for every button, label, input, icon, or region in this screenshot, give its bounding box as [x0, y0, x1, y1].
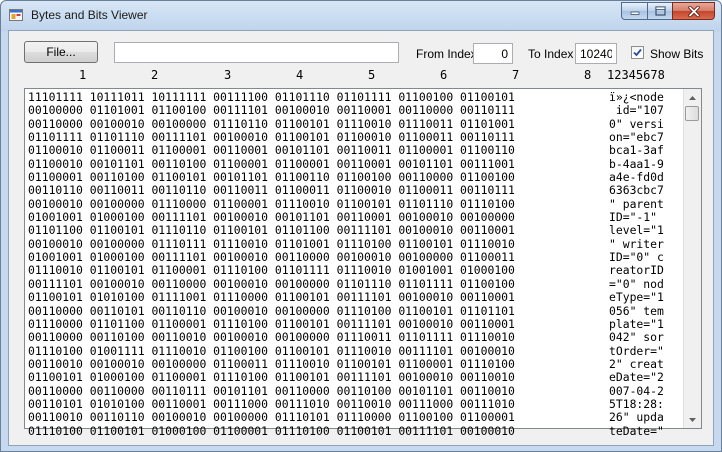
- chevron-down-icon: [689, 417, 696, 422]
- ascii-row: 6363cbc7: [609, 183, 664, 198]
- ascii-row: 0" versi: [609, 116, 664, 131]
- client-area: File... From Index To Index Show Bits 1 …: [8, 30, 714, 446]
- bits-row: 01100010 01100011 01100001 00110001 0010…: [28, 143, 515, 158]
- bits-row: 00110000 00110101 00110110 00100010 0010…: [28, 303, 515, 318]
- chevron-up-icon: [689, 95, 696, 100]
- ascii-row: 007-04-2: [609, 383, 664, 398]
- scroll-thumb[interactable]: [685, 106, 699, 121]
- ascii-row: 2" creat: [609, 356, 664, 371]
- maximize-button[interactable]: [647, 2, 672, 20]
- bits-row: 00110000 00100010 00100000 01110110 0110…: [28, 116, 515, 131]
- ascii-row: " writer: [609, 236, 664, 251]
- bits-row: 01100101 01010100 01111001 01110000 0110…: [28, 290, 515, 305]
- caption-buttons: [621, 2, 715, 20]
- bits-row: 00110010 00110110 00100010 00100000 0111…: [28, 410, 515, 425]
- scroll-down-button[interactable]: [684, 411, 701, 428]
- ascii-row: ID="0" c: [609, 250, 664, 265]
- ascii-row: tOrder=": [609, 343, 664, 358]
- app-icon: [9, 9, 23, 21]
- file-button[interactable]: File...: [24, 41, 98, 63]
- bits-row: 01110000 01101100 01100001 01110100 0110…: [28, 316, 515, 331]
- bits-row: 01001001 01000100 00111101 00100010 0010…: [28, 210, 515, 225]
- bits-row: 11101111 10111011 10111111 00111100 0110…: [28, 90, 515, 104]
- close-icon: [687, 5, 700, 17]
- checkmark-icon: [633, 48, 642, 57]
- ascii-row: 042" sor: [609, 330, 664, 345]
- bits-row: 01101100 01100101 01110110 01100101 0110…: [28, 223, 515, 238]
- scroll-up-button[interactable]: [684, 89, 701, 106]
- column-header-6: 6: [440, 68, 448, 82]
- ascii-row: ID="-1": [609, 210, 664, 225]
- ascii-row: on="ebc7: [609, 130, 664, 145]
- bits-row: 01110100 01001111 01110010 01100100 0110…: [28, 343, 515, 358]
- ascii-row: ="0" nod: [609, 276, 664, 291]
- bits-row: 00110000 00110100 00110010 00100010 0010…: [28, 330, 515, 345]
- ascii-row: plate="1: [609, 316, 664, 331]
- from-index-label: From Index: [416, 47, 477, 61]
- ascii-lines: ï»¿<node id="107 0" versi on="ebc7 bca1-3af…: [609, 90, 664, 438]
- bits-row: 00110101 01010100 00110001 00111000 0011…: [28, 396, 515, 411]
- file-button-label: File...: [46, 45, 76, 59]
- bits-output-textbox[interactable]: 11101111 10111011 10111111 00111100 0110…: [24, 88, 702, 437]
- ascii-row: 056" tem: [609, 303, 664, 318]
- from-index-input[interactable]: [473, 43, 513, 64]
- ascii-row: b-4aa1-9: [609, 156, 664, 171]
- bits-row: 01100101 01000100 01100001 01110100 0110…: [28, 370, 515, 385]
- column-header-2: 2: [151, 68, 159, 82]
- ascii-row: level="1: [609, 223, 664, 238]
- bits-row: 01001001 01000100 00111101 00100010 0011…: [28, 250, 515, 265]
- ascii-row: eDate="2: [609, 370, 664, 385]
- title-bar[interactable]: Bytes and Bits Viewer: [1, 1, 721, 30]
- to-index-label: To Index: [528, 47, 574, 61]
- column-header-4: 4: [296, 68, 304, 82]
- column-header-7: 7: [512, 68, 520, 82]
- bits-row: 00100000 01101001 01100100 00111101 0010…: [28, 103, 515, 118]
- bits-row: 00111101 00100010 00110000 00100010 0010…: [28, 276, 515, 291]
- bits-row: 01110100 01100101 01000100 01100001 0111…: [28, 423, 515, 438]
- bits-row: 01100010 00101101 00110100 01100001 0110…: [28, 156, 515, 171]
- ascii-row: bca1-3af: [609, 143, 664, 158]
- ascii-row: " parent: [609, 196, 664, 211]
- maximize-icon: [654, 6, 666, 16]
- window-title: Bytes and Bits Viewer: [31, 8, 148, 22]
- column-header-5: 5: [368, 68, 376, 82]
- minimize-icon: [630, 11, 639, 15]
- ascii-row: eType="1: [609, 290, 664, 305]
- show-bits-checkbox[interactable]: [631, 46, 644, 59]
- bits-row: 00100010 00100000 01110111 01110010 0110…: [28, 236, 515, 251]
- ascii-column-header: 12345678: [607, 68, 665, 82]
- to-index-input[interactable]: [575, 43, 617, 64]
- bits-row: 01101111 01101110 00111101 00100010 0110…: [28, 130, 515, 145]
- ascii-row: 5T18:28:: [609, 396, 664, 411]
- bits-row: 00110000 00110000 00110111 00101101 0011…: [28, 383, 515, 398]
- column-header-3: 3: [224, 68, 232, 82]
- bits-row: 01100001 00110100 01100101 00101101 0110…: [28, 170, 515, 185]
- bits-row: 00110010 00100010 00100000 01100011 0111…: [28, 356, 515, 371]
- bits-row: 01110010 01100101 01100001 01110100 0110…: [28, 263, 515, 278]
- vertical-scrollbar[interactable]: [683, 89, 701, 428]
- ascii-row: ï»¿<node: [609, 90, 664, 104]
- close-button[interactable]: [672, 2, 715, 20]
- column-header-8: 8: [584, 68, 592, 82]
- ascii-row: id="107: [609, 103, 664, 118]
- bits-row: 00110110 00110011 00110110 00110011 0110…: [28, 183, 515, 198]
- ascii-row: teDate=": [609, 423, 664, 438]
- bits-row: 00100010 00100000 01110000 01100001 0111…: [28, 196, 515, 211]
- file-path-input[interactable]: [114, 42, 399, 63]
- show-bits-label: Show Bits: [650, 47, 704, 61]
- minimize-button[interactable]: [621, 2, 647, 20]
- ascii-row: 26" upda: [609, 410, 664, 425]
- ascii-row: reatorID: [609, 263, 664, 278]
- app-window: Bytes and Bits Viewer File... From Index…: [0, 0, 722, 452]
- bits-lines: 11101111 10111011 10111111 00111100 0110…: [28, 90, 515, 438]
- ascii-row: a4e-fd0d: [609, 170, 664, 185]
- column-header-1: 1: [79, 68, 87, 82]
